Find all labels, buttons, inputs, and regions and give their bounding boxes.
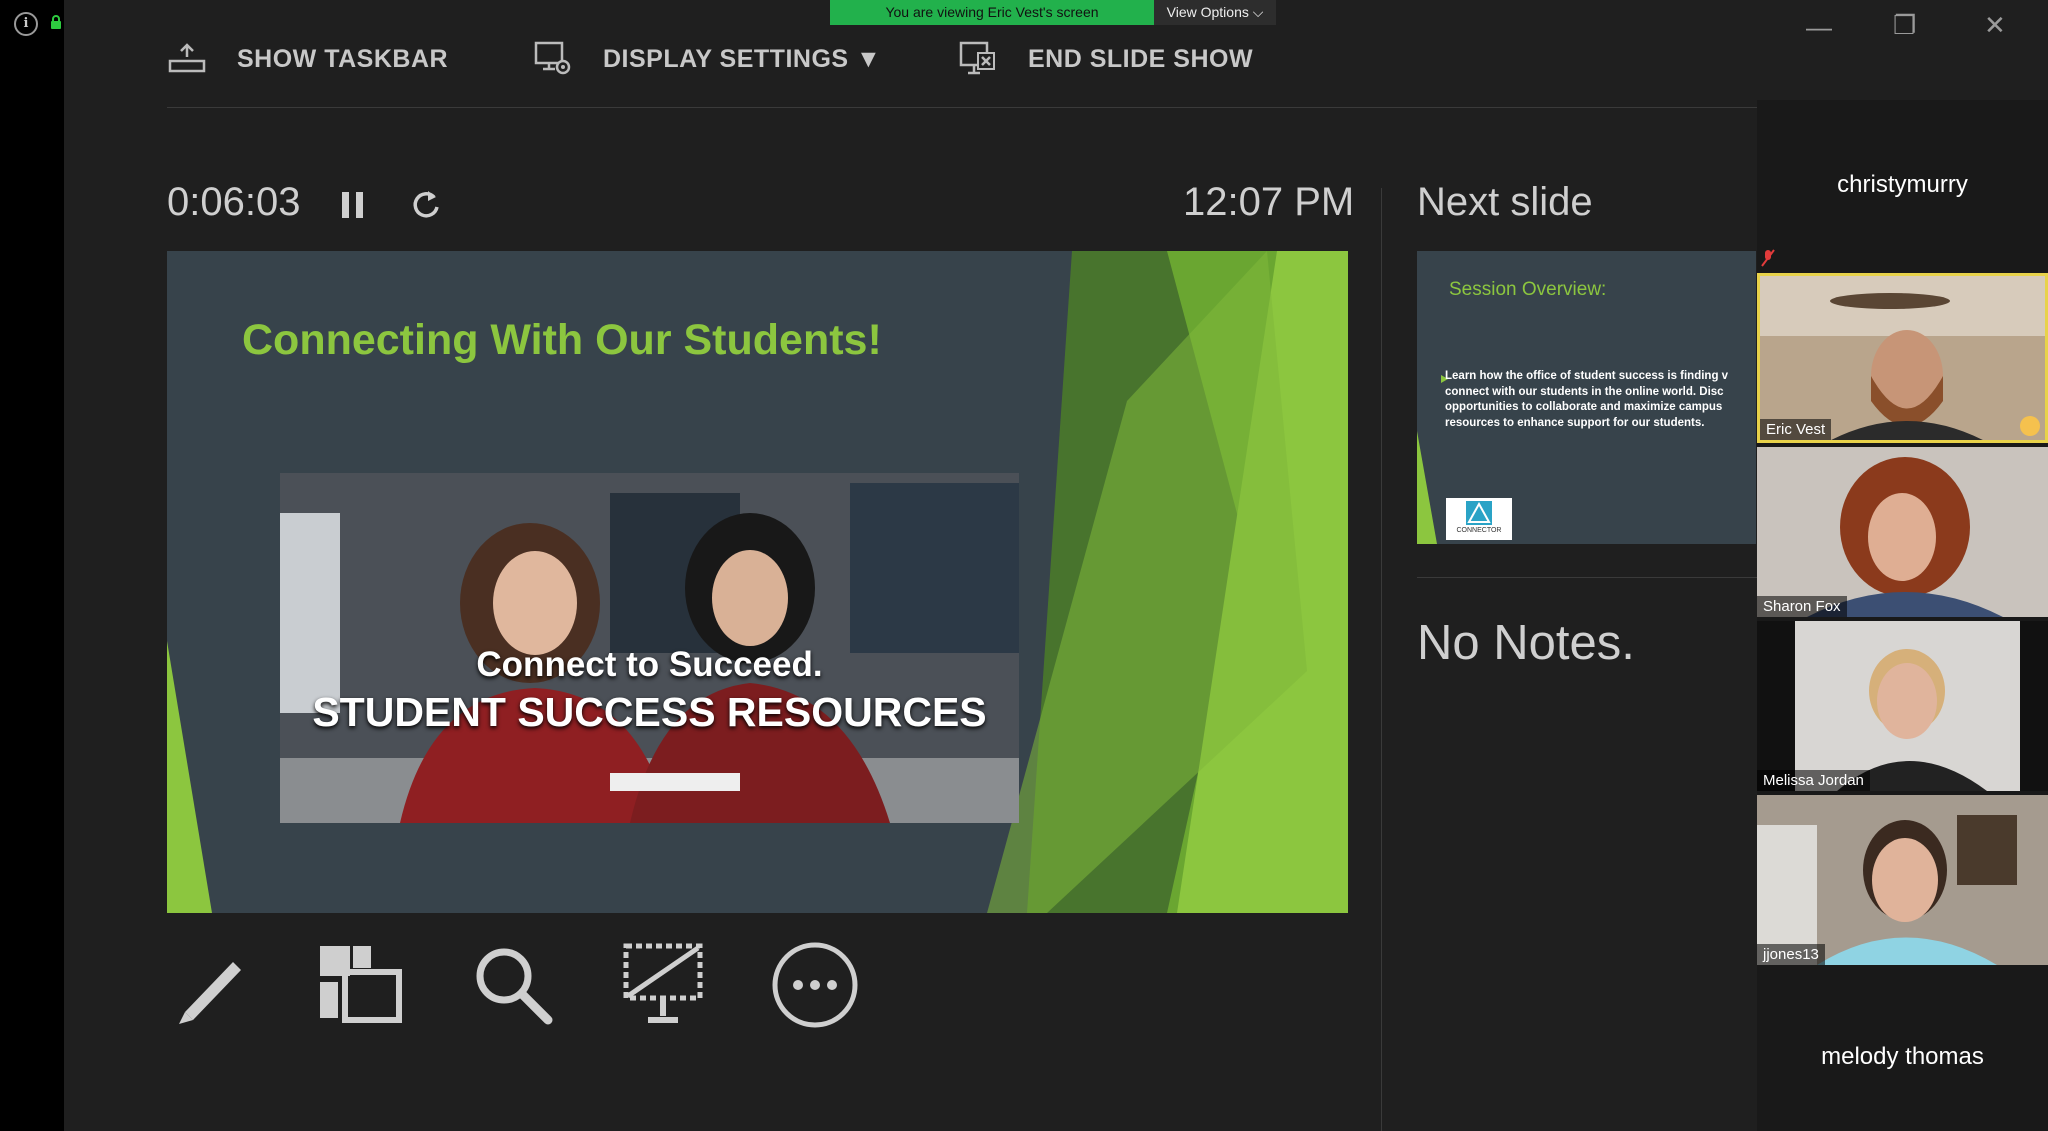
viewing-banner: You are viewing Eric Vest's screen — [830, 0, 1154, 25]
display-settings-icon — [534, 41, 571, 75]
slide-title: Connecting With Our Students! — [242, 316, 882, 364]
more-icon[interactable] — [770, 940, 860, 1030]
next-slide-body: Learn how the office of student success … — [1445, 370, 1729, 429]
next-slide-label: Next slide — [1417, 180, 1593, 224]
participant-name-eric-vest: Eric Vest — [1760, 419, 1832, 440]
minimize-button[interactable]: — — [1806, 12, 1832, 43]
view-options-button[interactable]: View Options ⌵ — [1154, 0, 1276, 25]
elapsed-timer: 0:06:03 — [167, 180, 301, 224]
restart-icon[interactable] — [410, 187, 442, 221]
muted-mic-icon — [1761, 249, 1775, 267]
video-tile-eric-vest[interactable]: Eric Vest — [1757, 273, 2048, 443]
jjones13-video — [1757, 795, 2048, 965]
video-tile-jjones13[interactable]: jjones13 — [1757, 795, 2048, 965]
sharon-fox-video — [1757, 447, 2048, 617]
zoom-icon[interactable] — [468, 940, 558, 1030]
melissa-jordan-video — [1757, 621, 2048, 791]
black-screen-icon[interactable] — [618, 940, 708, 1030]
end-show-icon — [959, 41, 995, 75]
video-tile-melissa-jordan[interactable]: Melissa Jordan — [1757, 621, 2048, 791]
participant-name-jjones13: jjones13 — [1757, 944, 1825, 965]
connector-logo-text: CONNECTOR — [1456, 527, 1502, 534]
next-slide-preview[interactable]: Session Overview: Learn how the office o… — [1417, 251, 1756, 544]
toolbar-divider — [167, 107, 1757, 108]
end-slide-show-button[interactable]: END SLIDE SHOW — [958, 38, 1253, 80]
show-taskbar-button[interactable]: SHOW TASKBAR — [167, 38, 448, 80]
left-strip — [0, 0, 64, 1131]
pen-icon[interactable] — [167, 940, 257, 1030]
show-taskbar-label: SHOW TASKBAR — [237, 44, 449, 73]
participant-christymurry[interactable]: christymurry — [1757, 171, 2048, 199]
end-slide-show-label: END SLIDE SHOW — [1028, 44, 1254, 73]
display-settings-label: DISPLAY SETTINGS ▼ — [603, 44, 882, 73]
taskbar-icon — [168, 43, 206, 73]
info-icon[interactable]: i — [14, 12, 38, 36]
video-tile-sharon-fox[interactable]: Sharon Fox — [1757, 447, 2048, 617]
display-settings-button[interactable]: DISPLAY SETTINGS ▼ — [533, 38, 881, 80]
slide-caption-line2: STUDENT SUCCESS RESOURCES — [312, 689, 987, 735]
current-slide[interactable]: Connecting With Our Students! Connect to… — [167, 251, 1348, 913]
vertical-divider — [1381, 188, 1382, 1131]
pause-icon[interactable] — [340, 190, 366, 220]
participant-melody-thomas[interactable]: melody thomas — [1757, 1043, 2048, 1071]
speaker-notes: No Notes. — [1417, 616, 1635, 670]
slide-photo: Connect to Succeed. STUDENT SUCCESS RESO… — [280, 473, 1019, 823]
lock-icon — [51, 15, 61, 29]
participant-name-sharon-fox: Sharon Fox — [1757, 596, 1847, 617]
slide-caption-line1: Connect to Succeed. — [476, 645, 823, 684]
clock: 12:07 PM — [1183, 180, 1355, 224]
participant-name-melissa-jordan: Melissa Jordan — [1757, 770, 1870, 791]
close-button[interactable]: ✕ — [1984, 10, 2006, 41]
restore-button[interactable]: ❐ — [1893, 10, 1916, 41]
eric-vest-video — [1760, 276, 2045, 440]
connector-logo: CONNECTOR — [1446, 498, 1512, 540]
slides-grid-icon[interactable] — [317, 940, 407, 1030]
connector-logo-icon — [1466, 501, 1492, 525]
notes-divider — [1417, 577, 1757, 578]
next-slide-title: Session Overview: — [1449, 279, 1607, 300]
